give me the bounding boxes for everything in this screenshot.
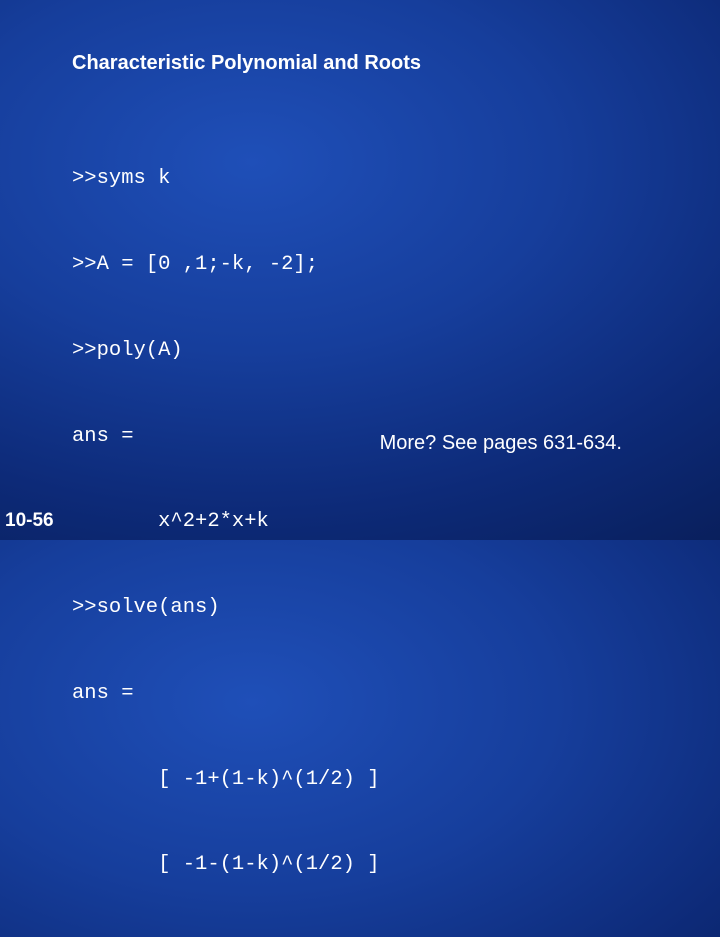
code-line: ans = bbox=[72, 681, 134, 705]
code-line: >>syms k bbox=[72, 167, 171, 191]
code-line: >>solve(ans) bbox=[72, 596, 220, 620]
page-number: 10-56 bbox=[5, 510, 54, 531]
matlab-code-block: >>syms k >>A = [0 ,1;-k, -2]; >>poly(A) … bbox=[72, 108, 380, 937]
code-line: >>poly(A) bbox=[72, 338, 183, 362]
code-line: >>A = [0 ,1;-k, -2]; bbox=[72, 252, 319, 276]
code-line: ans = bbox=[72, 424, 134, 448]
reference-note: More? See pages 631-634. bbox=[379, 432, 622, 454]
slide: Characteristic Polynomial and Roots >>sy… bbox=[0, 0, 720, 876]
code-line: [ -1-(1-k)^(1/2) ] bbox=[72, 853, 380, 877]
slide-title: Characteristic Polynomial and Roots bbox=[72, 52, 421, 74]
code-line: x^2+2*x+k bbox=[72, 510, 269, 534]
code-line: [ -1+(1-k)^(1/2) ] bbox=[72, 767, 380, 791]
